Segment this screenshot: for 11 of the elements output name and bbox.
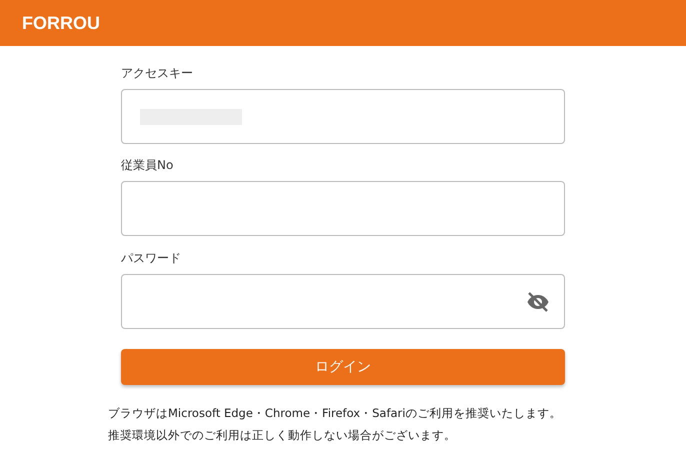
notice-text: ブラウザはMicrosoft Edge・Chrome・Firefox・Safariのご利用を推奨いたします。 [108, 405, 562, 421]
field-label: アクセスキー [121, 65, 193, 82]
input-field[interactable] [121, 274, 565, 329]
field-label: パスワード [121, 250, 181, 267]
notice-text: 推奨環境以外でのご利用は正しく動作しない場合がございます。 [108, 427, 456, 443]
eye-slash-icon[interactable] [526, 290, 550, 314]
input-field[interactable] [121, 181, 565, 236]
input-field[interactable] [121, 89, 565, 144]
login-button[interactable]: ログイン [121, 349, 565, 385]
logo: FORROU [22, 12, 100, 34]
field-label: 従業員No [121, 157, 174, 174]
